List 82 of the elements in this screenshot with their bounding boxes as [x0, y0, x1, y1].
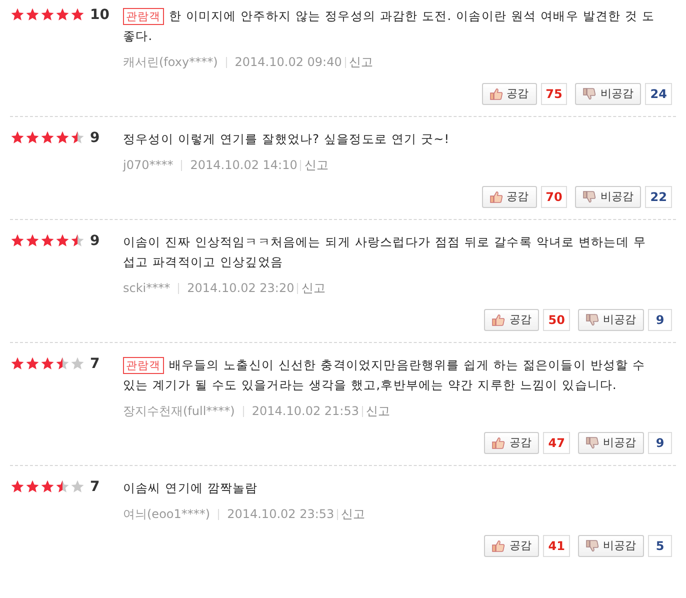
star-icon	[70, 233, 85, 248]
post-date: 2014.10.02 21:53	[252, 403, 359, 419]
dislike-count: 9	[648, 432, 672, 454]
star-icon	[25, 479, 40, 494]
report-link[interactable]: 신고	[366, 403, 390, 419]
thumbs-down-icon	[586, 540, 599, 552]
dislike-count: 24	[645, 83, 672, 105]
post-date: 2014.10.02 23:53	[227, 506, 334, 522]
thumbs-up-icon	[492, 540, 506, 552]
dislike-button[interactable]: 비공감	[578, 309, 644, 331]
thumbs-up-icon	[490, 88, 503, 100]
dislike-count: 5	[648, 535, 672, 557]
thumbs-down-icon	[583, 88, 596, 100]
star-icon	[55, 130, 70, 145]
review-text: 이솜이 진짜 인상적임ㅋㅋ처음에는 되게 사랑스럽다가 점점 뒤로 갈수록 악녀로 변하는데 무섭고 파격적이고 인상깊었음	[123, 234, 647, 271]
star-icon	[40, 7, 55, 22]
thumbs-down-icon	[586, 437, 599, 449]
star-icon	[25, 7, 40, 22]
like-button[interactable]: 공감	[482, 83, 537, 105]
author-name: 장지수천재(full****)	[123, 403, 235, 419]
like-count: 75	[540, 83, 568, 105]
star-icon	[40, 479, 55, 494]
post-date: 2014.10.02 09:40	[234, 54, 342, 70]
star-icon	[55, 233, 70, 248]
star-icon	[55, 356, 70, 371]
star-icon	[40, 130, 55, 145]
star-icon	[10, 130, 25, 145]
dislike-count: 22	[645, 186, 672, 208]
review-text: 이솜씨 연기에 깜짝놀람	[123, 480, 259, 497]
thumbs-down-icon	[586, 314, 599, 326]
star-icon	[40, 356, 55, 371]
star-icon	[70, 479, 85, 494]
score: 9	[90, 233, 100, 249]
thumbs-up-icon	[492, 314, 506, 326]
report-link[interactable]: 신고	[301, 280, 326, 296]
dislike-count: 9	[648, 309, 672, 331]
review-text: 정우성이 이렇게 연기를 잘했었나? 싶을정도로 연기 굿~!	[123, 131, 451, 148]
like-count: 50	[543, 309, 570, 331]
post-date: 2014.10.02 14:10	[190, 157, 298, 173]
thumbs-up-icon	[492, 437, 506, 449]
like-button[interactable]: 공감	[484, 432, 540, 454]
star-icon	[55, 7, 70, 22]
thumbs-up-icon	[490, 191, 503, 203]
star-icon	[25, 233, 40, 248]
report-link[interactable]: 신고	[348, 54, 373, 70]
star-icon	[40, 233, 55, 248]
like-count: 70	[540, 186, 568, 208]
star-icon	[25, 130, 40, 145]
audience-badge: 관람객	[123, 8, 164, 25]
dislike-button[interactable]: 비공감	[578, 535, 644, 557]
report-link[interactable]: 신고	[304, 157, 328, 173]
star-icon	[10, 7, 25, 22]
star-icon	[25, 356, 40, 371]
dislike-button[interactable]: 비공감	[575, 186, 642, 208]
author-name: j070****	[123, 157, 174, 173]
like-button[interactable]: 공감	[482, 186, 537, 208]
star-icon	[10, 233, 25, 248]
review-text: 관람객 한 이미지에 안주하지 않는 정우성의 과감한 도전. 이솜이란 원석 여배우 발견한 것 도 좋다.	[123, 7, 656, 45]
score: 7	[90, 356, 100, 372]
review-text: 관람객 배우들의 노출신이 신선한 충격이었지만음란행위를 쉽게 하는 젊은이들이 반성할 수 있는 계기가 될 수도 있을거라는 생각을 했고,후반부에는 약간 지루한 느낌이 있습니다.	[123, 356, 646, 394]
thumbs-down-icon	[583, 191, 596, 203]
star-icon	[70, 130, 85, 145]
author-name: 여늬(eoo1****)	[123, 506, 210, 522]
report-link[interactable]: 신고	[341, 506, 366, 522]
like-button[interactable]: 공감	[484, 535, 540, 557]
star-icon	[70, 356, 85, 371]
score: 7	[90, 479, 100, 495]
like-count: 47	[543, 432, 570, 454]
score: 10	[90, 7, 110, 23]
audience-badge: 관람객	[123, 357, 164, 374]
dislike-button[interactable]: 비공감	[575, 83, 642, 105]
score: 9	[90, 130, 100, 146]
dislike-button[interactable]: 비공감	[578, 432, 644, 454]
star-icon	[55, 479, 70, 494]
star-icon	[10, 356, 25, 371]
like-count: 41	[543, 535, 570, 557]
author-name: scki****	[123, 280, 170, 296]
post-date: 2014.10.02 23:20	[187, 280, 294, 296]
like-button[interactable]: 공감	[484, 309, 540, 331]
author-name: 캐서린(foxy****)	[123, 54, 218, 70]
star-icon	[10, 479, 25, 494]
star-icon	[70, 7, 85, 22]
